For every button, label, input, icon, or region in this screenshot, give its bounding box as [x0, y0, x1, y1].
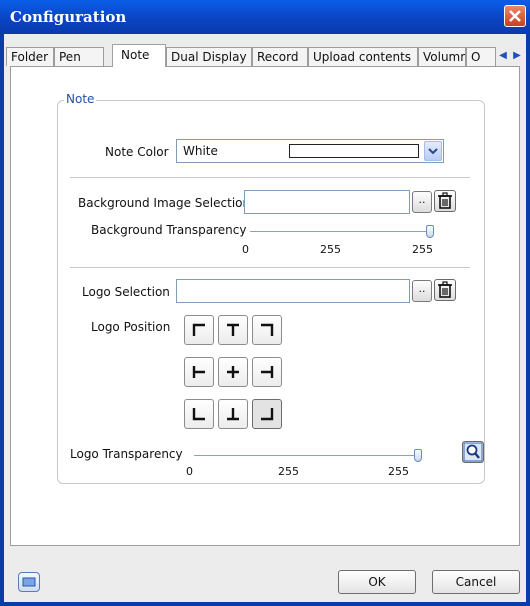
- tab-label: Dual Display: [171, 50, 247, 64]
- edge-right-icon: [261, 366, 274, 378]
- background-transparency-max: 255: [412, 243, 433, 256]
- close-button[interactable]: [504, 5, 526, 27]
- dialog-body: Folder Pen Note Dual Display Record Uplo…: [4, 34, 526, 602]
- separator: [70, 267, 470, 269]
- corner-top-left-icon: [192, 323, 205, 336]
- group-legend: Note: [64, 92, 97, 106]
- cancel-button[interactable]: Cancel: [432, 570, 520, 594]
- browse-label: ..: [418, 282, 426, 295]
- dropdown-button[interactable]: [424, 141, 442, 161]
- background-transparency-mid: 255: [320, 243, 341, 256]
- logo-preview-button[interactable]: [462, 441, 484, 463]
- tab-label: Volumn: [423, 50, 466, 64]
- logo-position-center[interactable]: [218, 357, 248, 387]
- magnifier-icon: [463, 442, 483, 462]
- title-bar[interactable]: Configuration: [0, 0, 530, 34]
- keyboard-icon[interactable]: [18, 572, 40, 592]
- logo-position-label: Logo Position: [91, 320, 171, 334]
- note-color-value: White: [183, 144, 218, 158]
- tab-overflow[interactable]: O: [466, 47, 496, 66]
- tab-volumn[interactable]: Volumn: [418, 47, 466, 66]
- background-image-input[interactable]: [244, 190, 410, 214]
- window-title: Configuration: [10, 8, 127, 26]
- corner-top-right-icon: [261, 323, 274, 336]
- chevron-down-icon: [428, 148, 438, 155]
- tab-note[interactable]: Note: [112, 44, 166, 67]
- tab-pen[interactable]: Pen: [54, 47, 104, 66]
- logo-transparency-label: Logo Transparency: [70, 447, 183, 461]
- trash-icon: [438, 192, 452, 209]
- logo-transparency-min: 0: [186, 465, 193, 478]
- edge-left-icon: [192, 366, 205, 378]
- logo-transparency-max: 255: [388, 465, 409, 478]
- browse-label: ..: [418, 193, 426, 206]
- ok-label: OK: [368, 575, 386, 589]
- logo-position-middle-left[interactable]: [184, 357, 214, 387]
- note-color-select[interactable]: White: [176, 139, 444, 163]
- background-transparency-slider-thumb[interactable]: [426, 225, 434, 238]
- note-group: Note Note Color White Background Image S…: [57, 92, 485, 484]
- logo-position-bottom-right[interactable]: [252, 399, 282, 429]
- tab-folder[interactable]: Folder: [6, 47, 54, 66]
- tab-scroll-right-icon[interactable]: ▶: [510, 48, 524, 64]
- configuration-window: Configuration Folder Pen Note Dual Displ…: [0, 0, 530, 606]
- edge-top-icon: [227, 323, 239, 336]
- background-image-browse-button[interactable]: ..: [412, 191, 432, 213]
- logo-position-middle-right[interactable]: [252, 357, 282, 387]
- logo-browse-button[interactable]: ..: [412, 280, 432, 302]
- corner-bottom-right-icon: [261, 408, 274, 421]
- background-transparency-label: Background Transparency: [91, 223, 247, 237]
- cancel-label: Cancel: [455, 575, 497, 589]
- background-transparency-track[interactable]: [250, 231, 432, 232]
- logo-position-top-left[interactable]: [184, 315, 214, 345]
- logo-transparency-slider-thumb[interactable]: [414, 449, 422, 462]
- logo-selection-input[interactable]: [176, 279, 410, 303]
- logo-position-bottom-left[interactable]: [184, 399, 214, 429]
- note-color-swatch: [289, 144, 419, 158]
- tab-label: Record: [257, 50, 299, 64]
- tab-label: Folder: [11, 50, 49, 64]
- logo-transparency-track[interactable]: [194, 455, 420, 456]
- note-color-label: Note Color: [105, 145, 169, 159]
- background-image-delete-button[interactable]: [434, 190, 456, 212]
- tab-record[interactable]: Record: [252, 47, 308, 66]
- corner-bottom-left-icon: [192, 408, 205, 421]
- logo-position-top-center[interactable]: [218, 315, 248, 345]
- note-tab-panel: Note Note Color White Background Image S…: [10, 66, 520, 546]
- logo-transparency-mid: 255: [278, 465, 299, 478]
- edge-bottom-icon: [227, 408, 239, 421]
- logo-delete-button[interactable]: [434, 279, 456, 301]
- tab-label: Upload contents: [313, 50, 412, 64]
- tab-label: Note: [121, 48, 150, 62]
- tab-dual-display[interactable]: Dual Display: [166, 47, 252, 66]
- separator: [70, 177, 470, 179]
- close-icon: [509, 10, 521, 22]
- ok-button[interactable]: OK: [338, 570, 416, 594]
- background-transparency-min: 0: [242, 243, 249, 256]
- trash-icon: [438, 281, 452, 298]
- background-image-label: Background Image Selection: [78, 196, 251, 210]
- cross-center-icon: [227, 366, 239, 378]
- logo-position-bottom-center[interactable]: [218, 399, 248, 429]
- tab-upload-contents[interactable]: Upload contents: [308, 47, 418, 66]
- tab-strip: Folder Pen Note Dual Display Record Uplo…: [4, 44, 526, 67]
- logo-position-top-right[interactable]: [252, 315, 282, 345]
- keyboard-glyph-icon: [22, 577, 36, 587]
- logo-selection-label: Logo Selection: [82, 285, 170, 299]
- tab-label: Pen: [59, 50, 81, 64]
- tab-label: O: [471, 50, 481, 64]
- tab-scroll-left-icon[interactable]: ◀: [496, 48, 510, 64]
